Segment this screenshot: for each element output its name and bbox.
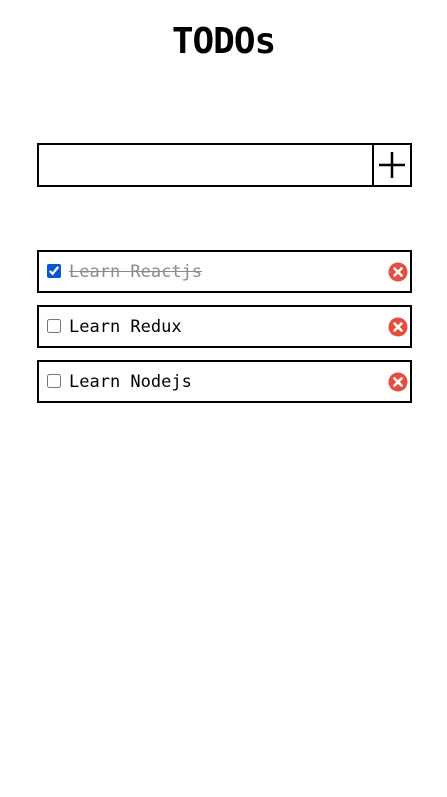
add-todo-form <box>37 143 412 187</box>
todo-complete-checkbox[interactable] <box>47 373 61 388</box>
new-todo-input[interactable] <box>39 145 372 185</box>
close-circle-icon <box>388 262 408 281</box>
todo-complete-checkbox[interactable] <box>47 263 61 278</box>
plus-icon <box>379 152 405 178</box>
todo-item: Learn Redux <box>37 305 412 348</box>
add-todo-button[interactable] <box>372 145 410 185</box>
todo-item: Learn Reactjs <box>37 250 412 293</box>
delete-todo-button[interactable] <box>388 262 408 282</box>
close-circle-icon <box>388 317 408 336</box>
delete-todo-button[interactable] <box>388 317 408 337</box>
todo-item: Learn Nodejs <box>37 360 412 403</box>
todo-text: Learn Reactjs <box>69 261 203 282</box>
delete-todo-button[interactable] <box>388 372 408 392</box>
todo-list: Learn Reactjs Learn Redux Learn Nodejs <box>37 250 412 415</box>
todo-text: Learn Redux <box>69 316 182 337</box>
todo-complete-checkbox[interactable] <box>47 318 61 333</box>
page-title: TODOs <box>171 21 276 62</box>
close-circle-icon <box>388 372 408 391</box>
todo-text: Learn Nodejs <box>69 371 192 392</box>
